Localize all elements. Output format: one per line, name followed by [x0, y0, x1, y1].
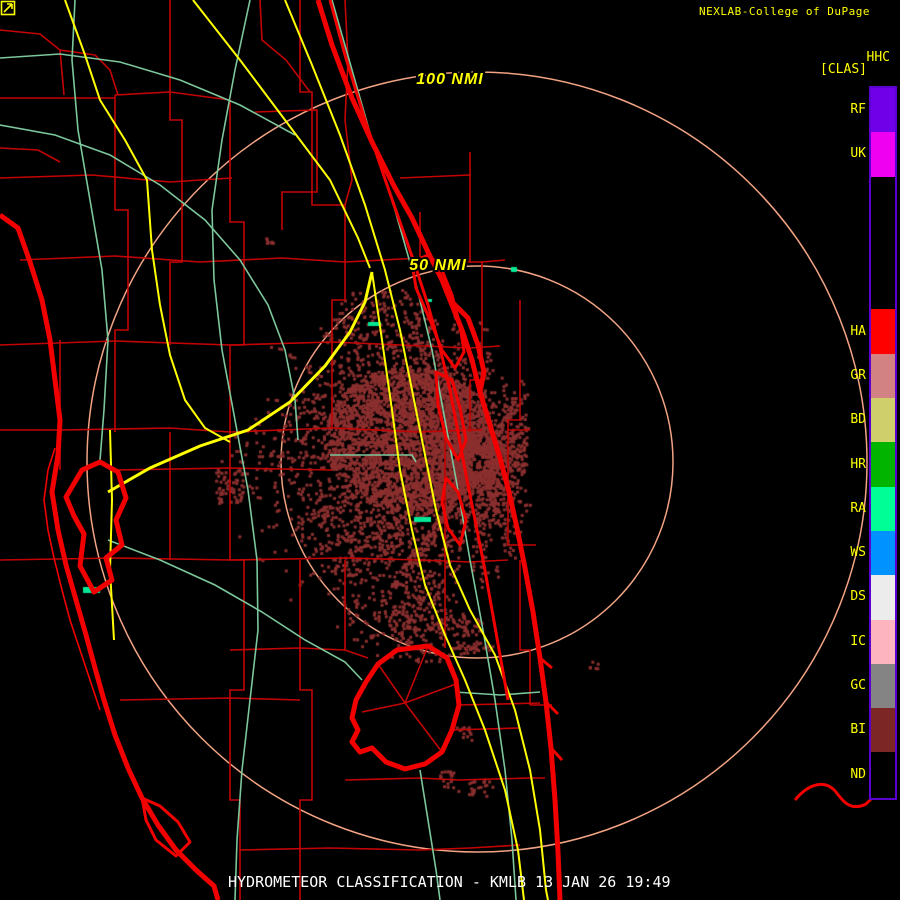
legend-swatch-BI: [871, 708, 895, 753]
map-lines-layer: 50 NMI 100 NMI: [0, 0, 876, 900]
secondary-roads: [0, 0, 541, 900]
legend-swatch-GR: [871, 353, 895, 399]
ring-label-50nmi: 50 NMI: [409, 257, 467, 274]
legend-label-HA: HA: [850, 323, 866, 339]
offshore-squiggle: [793, 783, 876, 809]
legend-label-DS: DS: [850, 589, 866, 605]
legend-swatch-WS: [871, 530, 895, 576]
legend-label-RF: RF: [850, 102, 866, 118]
legend-label-RA: RA: [850, 500, 866, 516]
legend-swatch-HR: [871, 442, 895, 487]
legend-swatch-DS: [871, 575, 895, 620]
legend-swatch-RF: [871, 88, 895, 133]
legend-swatch-BD: [871, 398, 895, 443]
legend-swatch-IC: [871, 619, 895, 664]
legend-label-UK: UK: [850, 146, 866, 162]
expand-arrow-icon[interactable]: [0, 0, 16, 16]
radar-display[interactable]: 50 NMI 100 NMI NEXLAB-College of DuPage …: [0, 0, 900, 900]
highways: [64, 0, 549, 900]
product-code-label: HHC: [866, 50, 890, 65]
legend-label-BD: BD: [850, 412, 866, 428]
tampa-bay: [63, 459, 129, 595]
legend-swatch-ND: [871, 752, 895, 797]
legend-label-BI: BI: [850, 722, 866, 738]
brand-label: NEXLAB-College of DuPage: [699, 5, 870, 18]
legend-label-WS: WS: [850, 545, 866, 561]
ring-label-100nmi: 100 NMI: [416, 71, 483, 88]
status-bar-text: HYDROMETEOR CLASSIFICATION - KMLB 13 JAN…: [228, 873, 671, 891]
east-coastline: [315, 0, 563, 900]
county-boundaries: [0, 0, 552, 900]
merritt-island-lagoons: [410, 253, 468, 547]
legend-label-ND: ND: [850, 766, 866, 782]
lake-okeechobee: [349, 643, 462, 772]
legend-label-HR: HR: [850, 456, 866, 472]
legend-swatch-RA: [871, 486, 895, 531]
legend-swatch-GC: [871, 663, 895, 709]
product-mode-tag: [CLAS]: [820, 62, 867, 77]
coastlines: [0, 0, 876, 900]
legend-label-GC: GC: [850, 678, 866, 694]
legend-label-IC: IC: [850, 633, 866, 649]
legend-swatch-gap: [871, 176, 895, 310]
legend-swatch-UK: [871, 132, 895, 177]
legend-swatch-HA: [871, 309, 895, 354]
legend-label-GR: GR: [850, 367, 866, 383]
legend-color-bar: [869, 86, 897, 800]
